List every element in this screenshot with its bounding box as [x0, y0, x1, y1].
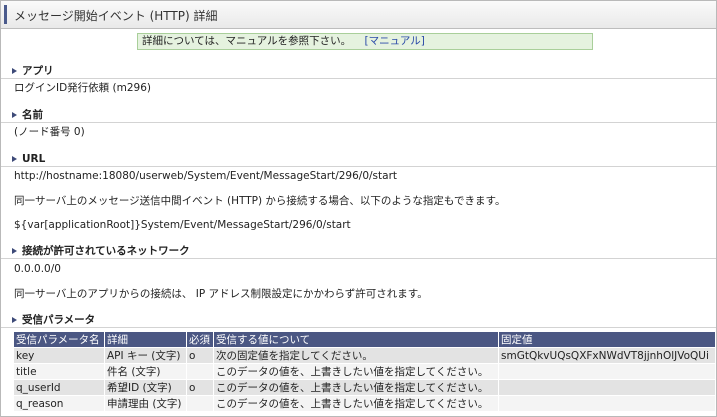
app-value: ログインID発行依頼 (m296): [14, 82, 151, 94]
col-required: 必須: [186, 331, 214, 348]
param-required: [186, 395, 214, 412]
section-app-title: アプリ: [22, 65, 54, 77]
section-params-heading: 受信パラメータ: [1, 314, 716, 328]
url-note: 同一サーバ上のメッセージ送信中間イベント (HTTP) から接続する場合、以下の…: [14, 195, 506, 207]
param-required: [186, 363, 214, 380]
section-url-title: URL: [22, 153, 46, 165]
param-detail: API キー (文字): [104, 347, 187, 364]
section-network-title: 接続が許可されているネットワーク: [22, 245, 190, 257]
param-about: このデータの値を、上書きしたい値を指定してください。: [213, 395, 499, 412]
section-app-heading: アプリ: [1, 65, 716, 79]
param-detail: 件名 (文字): [104, 363, 187, 380]
section-network-heading: 接続が許可されているネットワーク: [1, 245, 716, 259]
table-row: q_reason 申請理由 (文字) このデータの値を、上書きしたい値を指定して…: [13, 395, 716, 412]
manual-notice: 詳細については、マニュアルを参照下さい。 [マニュアル]: [137, 33, 593, 50]
param-detail: 申請理由 (文字): [104, 395, 187, 412]
col-about: 受信する値について: [213, 331, 499, 348]
col-detail: 詳細: [104, 331, 187, 348]
url-value: http://hostname:18080/userweb/System/Eve…: [14, 170, 398, 182]
param-name: q_userId: [13, 379, 105, 396]
table-row: q_userId 希望ID (文字) o このデータの値を、上書きしたい値を指定…: [13, 379, 716, 396]
param-name: q_reason: [13, 395, 105, 412]
param-fixed: [498, 379, 716, 396]
param-fixed: [498, 363, 716, 380]
params-table: 受信パラメータ名 詳細 必須 受信する値について 固定値 key API キー …: [13, 331, 716, 412]
param-about: このデータの値を、上書きしたい値を指定してください。: [213, 363, 499, 380]
param-name: title: [13, 363, 105, 380]
section-params-title: 受信パラメータ: [22, 314, 96, 326]
param-fixed: smGtQkvUQsQXFxNWdVT8jjnhOlJVoQUi: [498, 347, 716, 364]
param-required: o: [186, 347, 214, 364]
col-fixed: 固定値: [498, 331, 716, 348]
triangle-right-icon: [12, 247, 17, 254]
param-required: o: [186, 379, 214, 396]
title-accent: [4, 5, 7, 24]
param-name: key: [13, 347, 105, 364]
triangle-right-icon: [12, 155, 17, 162]
params-header-row: 受信パラメータ名 詳細 必須 受信する値について 固定値: [13, 331, 716, 348]
triangle-right-icon: [12, 316, 17, 323]
url-alt: ${var[applicationRoot]}System/Event/Mess…: [14, 219, 351, 231]
param-fixed: [498, 395, 716, 412]
table-row: title 件名 (文字) このデータの値を、上書きしたい値を指定してください。: [13, 363, 716, 380]
name-value: (ノード番号 0): [14, 126, 85, 138]
param-about: 次の固定値を指定してください。: [213, 347, 499, 364]
network-value: 0.0.0.0/0: [14, 263, 61, 275]
notice-text: 詳細については、マニュアルを参照下さい。: [142, 35, 352, 47]
detail-panel: メッセージ開始イベント (HTTP) 詳細 詳細については、マニュアルを参照下さ…: [0, 0, 717, 417]
page-title: メッセージ開始イベント (HTTP) 詳細: [14, 9, 218, 23]
param-about: このデータの値を、上書きしたい値を指定してください。: [213, 379, 499, 396]
section-name-heading: 名前: [1, 109, 716, 123]
triangle-right-icon: [12, 67, 17, 74]
param-detail: 希望ID (文字): [104, 379, 187, 396]
section-name-title: 名前: [22, 109, 43, 121]
table-row: key API キー (文字) o 次の固定値を指定してください。 smGtQk…: [13, 347, 716, 364]
title-bar: メッセージ開始イベント (HTTP) 詳細: [1, 1, 716, 29]
manual-link[interactable]: [マニュアル]: [365, 35, 425, 47]
network-note: 同一サーバ上のアプリからの接続は、 IP アドレス制限設定にかかわらず許可されま…: [14, 288, 428, 300]
section-url-heading: URL: [1, 153, 716, 167]
triangle-right-icon: [12, 111, 17, 118]
col-param-name: 受信パラメータ名: [13, 331, 105, 348]
